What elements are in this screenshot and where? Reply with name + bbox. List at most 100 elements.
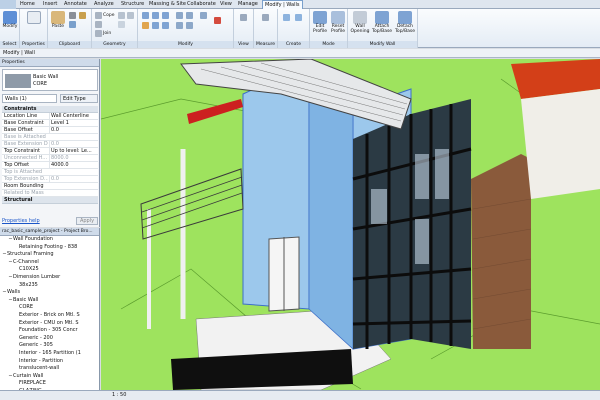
browser-tree-item[interactable]: Interior - Partition [0, 358, 99, 366]
property-value[interactable]: 0.0 [49, 141, 96, 148]
array-icon[interactable] [176, 22, 183, 29]
detach-top-base-button[interactable]: Detach Top/Base [394, 11, 416, 34]
property-value[interactable]: 4000.0 [49, 162, 96, 169]
split-face-icon[interactable] [127, 12, 134, 19]
attach-top-base-button[interactable]: Attach Top/Base [372, 11, 392, 34]
move-icon[interactable] [142, 22, 149, 29]
cut-geometry-icon[interactable] [95, 21, 102, 28]
browser-tree-item[interactable]: FIREPLACE [0, 380, 99, 388]
browser-tree-item[interactable]: Foundation - 305 Concr [0, 327, 99, 335]
group-structural[interactable]: Structural [2, 197, 98, 204]
browser-tree-item[interactable]: −Basic Wall [0, 297, 99, 305]
browser-tree-item[interactable]: Retaining Footing - 838 [0, 244, 99, 252]
paint-icon[interactable] [118, 21, 125, 28]
tab-collaborate[interactable]: Collaborate [185, 0, 218, 9]
detach-label: Detach Top/Base [394, 24, 416, 34]
browser-tree-item[interactable]: Generic - 200 [0, 335, 99, 343]
cope-icon[interactable] [95, 12, 102, 19]
group-constraints[interactable]: Constraints [2, 106, 98, 113]
copy-element-icon[interactable] [152, 22, 159, 29]
browser-tree-item[interactable]: −Structural Framing [0, 251, 99, 259]
wall-opening-label: Wall Opening [350, 24, 370, 34]
tab-annotate[interactable]: Annotate [62, 0, 89, 9]
property-row[interactable]: Base Offset 0.0 [2, 127, 98, 134]
view-scale[interactable]: 1 : 50 [112, 391, 126, 400]
rotate-icon[interactable] [162, 22, 169, 29]
selected-wall-return[interactable] [308, 88, 354, 350]
application-menu-button[interactable] [0, 0, 16, 9]
browser-tree-item[interactable]: Exterior - Brick on Mtl. S [0, 312, 99, 320]
property-row[interactable]: Top Constraint Up to level: Le... [2, 148, 98, 155]
property-row[interactable]: Top is Attached [2, 169, 98, 176]
tab-insert[interactable]: Insert [41, 0, 59, 9]
browser-tree-item[interactable]: −Wall Foundation [0, 236, 99, 244]
property-row[interactable]: Top Offset 4000.0 [2, 162, 98, 169]
wall-joins-icon[interactable] [118, 12, 125, 19]
create-assembly-icon[interactable] [283, 14, 290, 21]
properties-help-link[interactable]: Properties help [2, 217, 40, 225]
selection-filter-dropdown[interactable]: Walls (1) [2, 94, 57, 103]
browser-tree-item[interactable]: −Walls [0, 289, 99, 297]
type-selector[interactable]: Basic Wall CORE [2, 69, 98, 91]
create-group-icon[interactable] [295, 14, 302, 21]
wall-opening-button[interactable]: Wall Opening [350, 11, 370, 34]
trim-icon[interactable] [176, 12, 183, 19]
match-properties-icon[interactable] [79, 12, 86, 19]
tab-structure[interactable]: Structure [119, 0, 146, 9]
pin-icon[interactable] [200, 12, 207, 19]
align-icon[interactable] [142, 12, 149, 19]
property-row[interactable]: Unconnected H... 8000.0 [2, 155, 98, 162]
property-row[interactable]: Base is Attached [2, 134, 98, 141]
browser-tree-item[interactable]: 38x235 [0, 282, 99, 290]
scale-icon[interactable] [186, 22, 193, 29]
browser-tree-item[interactable]: CORE [0, 304, 99, 312]
measure-panel: Measure [254, 9, 278, 48]
property-value[interactable]: 0.0 [49, 176, 96, 183]
measure-icon[interactable] [262, 14, 269, 21]
property-value[interactable]: Up to level: Le... [49, 148, 96, 155]
reset-profile-button[interactable]: Reset Profile [330, 11, 346, 34]
tab-manage[interactable]: Manage [236, 0, 260, 9]
tab-analyze[interactable]: Analyze [92, 0, 116, 9]
property-value[interactable]: Level 1 [49, 120, 96, 127]
join-icon[interactable] [95, 30, 102, 37]
browser-tree-item[interactable]: Interior - 165 Partition (1 [0, 350, 99, 358]
property-row[interactable]: Top Extension D... 0.0 [2, 176, 98, 183]
apply-button[interactable]: Apply [76, 217, 98, 225]
edit-profile-button[interactable]: Edit Profile [312, 11, 328, 34]
split-icon[interactable] [186, 12, 193, 19]
property-row[interactable]: Base Constraint Level 1 [2, 120, 98, 127]
modify-button[interactable]: Modify [2, 11, 18, 33]
property-value[interactable]: 8000.0 [49, 155, 96, 162]
paste-button[interactable]: Paste [50, 11, 66, 33]
property-value[interactable]: 0.0 [49, 127, 96, 134]
tab-massing-site[interactable]: Massing & Site [147, 0, 188, 9]
property-value[interactable]: Wall Centerline [49, 113, 96, 120]
tab-modify-walls[interactable]: Modify | Walls [262, 0, 303, 9]
cut-icon[interactable] [69, 12, 76, 19]
copy-icon[interactable] [69, 21, 76, 28]
property-row[interactable]: Room Bounding [2, 183, 98, 190]
properties-button[interactable] [26, 11, 42, 33]
browser-tree-item[interactable]: −Dimension Lumber [0, 274, 99, 282]
hide-in-view-icon[interactable] [240, 14, 247, 21]
property-key: Top Extension D... [4, 176, 48, 182]
browser-tree-item[interactable]: −C-Channel [0, 259, 99, 267]
property-key: Unconnected H... [4, 155, 48, 161]
edit-type-button[interactable]: Edit Type [60, 94, 98, 103]
3d-view-canvas[interactable] [101, 59, 600, 390]
panel-label-measure: Measure [254, 41, 277, 48]
browser-tree-item[interactable]: C10X25 [0, 266, 99, 274]
property-row[interactable]: Location Line Wall Centerline [2, 113, 98, 120]
property-row[interactable]: Related to Mass [2, 190, 98, 197]
tab-home[interactable]: Home [18, 0, 37, 9]
offset-icon[interactable] [152, 12, 159, 19]
browser-tree-item[interactable]: Generic - 305 [0, 342, 99, 350]
browser-tree-item[interactable]: translucent-wall [0, 365, 99, 373]
tab-view[interactable]: View [218, 0, 234, 9]
browser-tree-item[interactable]: Exterior - CMU on Mtl. S [0, 320, 99, 328]
mirror-axis-icon[interactable] [162, 12, 169, 19]
browser-tree-item[interactable]: −Curtain Wall [0, 373, 99, 381]
property-row[interactable]: Base Extension Di...0.0 [2, 141, 98, 148]
delete-icon[interactable] [214, 17, 221, 24]
